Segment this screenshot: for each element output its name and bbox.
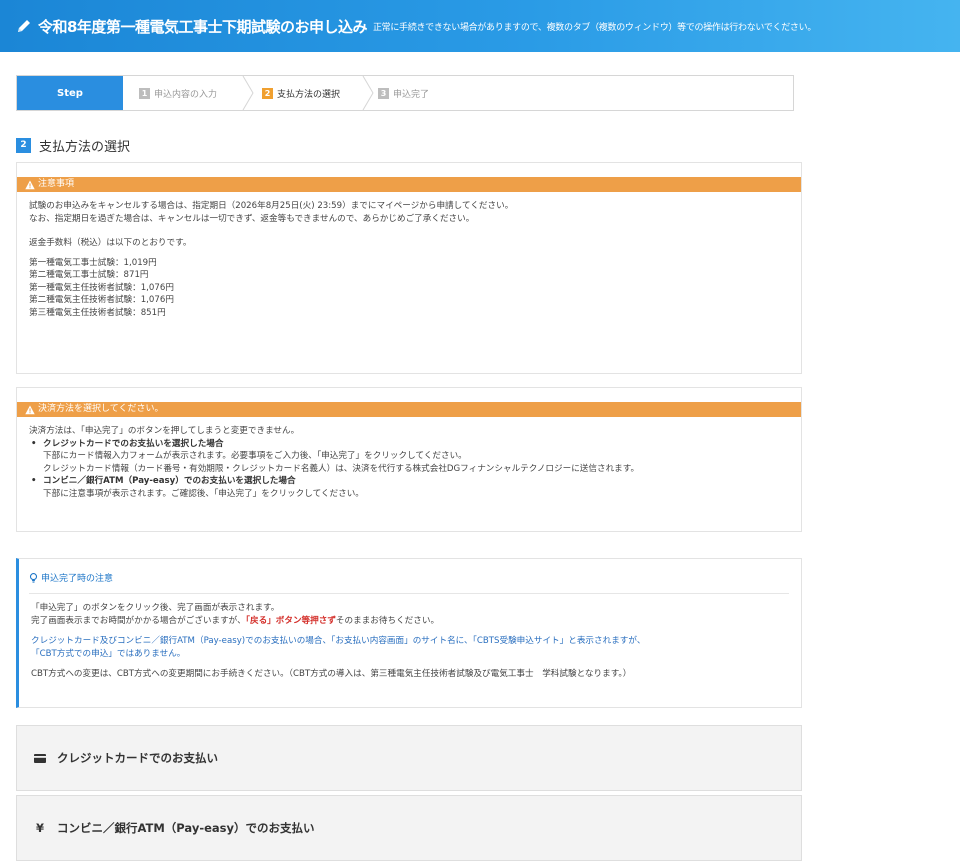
conv-option-note: 下部に注意事項が表示されます。ご確認後、「申込完了」をクリックしてください。 (43, 488, 364, 499)
notice-blue-line: クレジットカード及びコンビニ／銀行ATM（Pay-easy)でのお支払いの場合、… (31, 636, 646, 646)
divider (29, 593, 789, 594)
notice-line: 完了画面表示までお時間がかかる場合がございますが、「戻る」ボタン等押さずそのまま… (31, 615, 440, 626)
credit-card-payment-label: クレジットカードでのお支払い (57, 751, 218, 765)
convenience-payment-button[interactable]: ¥ コンビニ／銀行ATM（Pay-easy）でのお支払い (16, 795, 802, 861)
credit-option-heading: クレジットカードでのお支払いを選択した場合 (43, 438, 224, 449)
credit-card-icon (34, 754, 46, 763)
list-item: コンビニ／銀行ATM（Pay-easy）でのお支払いを選択した場合 下部に注意事… (29, 475, 789, 500)
page-header: 令和8年度第一種電気工事士下期試験のお申し込み 正常に手続きできない場合がありま… (0, 0, 960, 52)
lightbulb-icon (29, 572, 38, 583)
method-body: 決済方法は、「申込完了」のボタンを押してしまうと変更できません。 クレジットカー… (17, 417, 801, 508)
fee-item: 第三種電気主任技術者試験：851円 (29, 307, 166, 318)
yen-icon: ¥ (35, 821, 44, 835)
notice-title: 申込完了時の注意 (41, 574, 114, 584)
method-header: 決済方法を選択してください。 (17, 402, 801, 417)
section-number: 2 (16, 138, 31, 153)
step-1-label: 申込内容の入力 (154, 89, 218, 100)
step-1-number: 1 (139, 87, 150, 99)
list-item: クレジットカードでのお支払いを選択した場合 下部にカード情報入力フォームが表示さ… (29, 438, 789, 476)
credit-card-payment-button[interactable]: クレジットカードでのお支払い (16, 725, 802, 791)
step-2-label: 支払方法の選択 (277, 89, 341, 100)
header-note: 正常に手続きできない場合がありますので、複数のタブ（複数のウィンドウ）等での操作… (372, 22, 817, 33)
step-2-current: 2 支払方法の選択 (262, 76, 374, 110)
fee-item: 第二種電気主任技術者試験：1,076円 (29, 295, 174, 305)
method-title: 決済方法を選択してください。 (38, 404, 164, 414)
caution-title: 注意事項 (38, 179, 75, 189)
credit-option-note: 下部にカード情報入力フォームが表示されます。必要事項をご入力後、「申込完了」をク… (43, 451, 467, 461)
fee-item: 第一種電気主任技術者試験：1,076円 (29, 282, 174, 293)
fee-item: 第二種電気工事士試験：871円 (29, 270, 149, 280)
step-indicator: Step 1 申込内容の入力 2 支払方法の選択 3 申込完了 (16, 75, 794, 111)
step-1: 1 申込内容の入力 (139, 76, 254, 110)
fee-item: 第一種電気工事士試験：1,019円 (29, 257, 157, 268)
convenience-payment-label: コンビニ／銀行ATM（Pay-easy）でのお支払い (57, 821, 315, 835)
warning-icon (25, 405, 35, 414)
caution-line: 試験のお申込みをキャンセルする場合は、指定期日（2026年8月25日(火) 23… (29, 201, 514, 211)
notice-line: 「申込完了」のボタンをクリック後、完了画面が表示されます。 (31, 603, 280, 613)
section-title: 支払方法の選択 (39, 140, 131, 155)
caution-body: 試験のお申込みをキャンセルする場合は、指定期日（2026年8月25日(火) 23… (17, 192, 801, 327)
notice-body: 「申込完了」のボタンをクリック後、完了画面が表示されます。 完了画面表示までお時… (31, 602, 645, 681)
notice-header: 申込完了時の注意 (19, 559, 801, 584)
caution-header: 注意事項 (17, 177, 801, 192)
step-label: Step (17, 76, 123, 110)
section-heading: 2 支払方法の選択 (16, 136, 130, 155)
caution-panel: 注意事項 試験のお申込みをキャンセルする場合は、指定期日（2026年8月25日(… (16, 162, 802, 374)
emphasis-text: 「戻る」ボタン等押さず (245, 615, 336, 626)
conv-option-heading: コンビニ／銀行ATM（Pay-easy）でのお支払いを選択した場合 (43, 476, 296, 486)
caution-line: なお、指定期日を過ぎた場合は、キャンセルは一切できず、返金等もできませんので、あ… (29, 213, 475, 224)
credit-option-note: クレジットカード情報（カード番号・有効期限・クレジットカード名義人）は、決済を代… (43, 463, 640, 474)
warning-icon (25, 180, 35, 189)
step-3: 3 申込完了 (378, 76, 429, 110)
step-3-number: 3 (378, 87, 389, 99)
cbt-note: CBT方式への変更は、CBT方式への変更期間にお手続きください。（CBT方式の導… (31, 669, 632, 679)
payment-method-panel: 決済方法を選択してください。 決済方法は、「申込完了」のボタンを押してしまうと変… (16, 387, 802, 532)
notice-blue-line: 「CBT方式での申込」ではありません。 (31, 648, 186, 659)
chevron-right-icon (242, 76, 254, 110)
completion-notice: 申込完了時の注意 「申込完了」のボタンをクリック後、完了画面が表示されます。 完… (16, 558, 802, 708)
step-2-number: 2 (262, 87, 273, 99)
step-3-label: 申込完了 (393, 89, 430, 100)
chevron-right-icon (362, 76, 374, 110)
pencil-icon (18, 20, 30, 32)
method-list: クレジットカードでのお支払いを選択した場合 下部にカード情報入力フォームが表示さ… (29, 438, 789, 501)
method-intro: 決済方法は、「申込完了」のボタンを押してしまうと変更できません。 (29, 426, 300, 436)
page-title: 令和8年度第一種電気工事士下期試験のお申し込み (38, 17, 367, 36)
fee-heading: 返金手数料（税込）は以下のとおりです。 (29, 238, 192, 248)
